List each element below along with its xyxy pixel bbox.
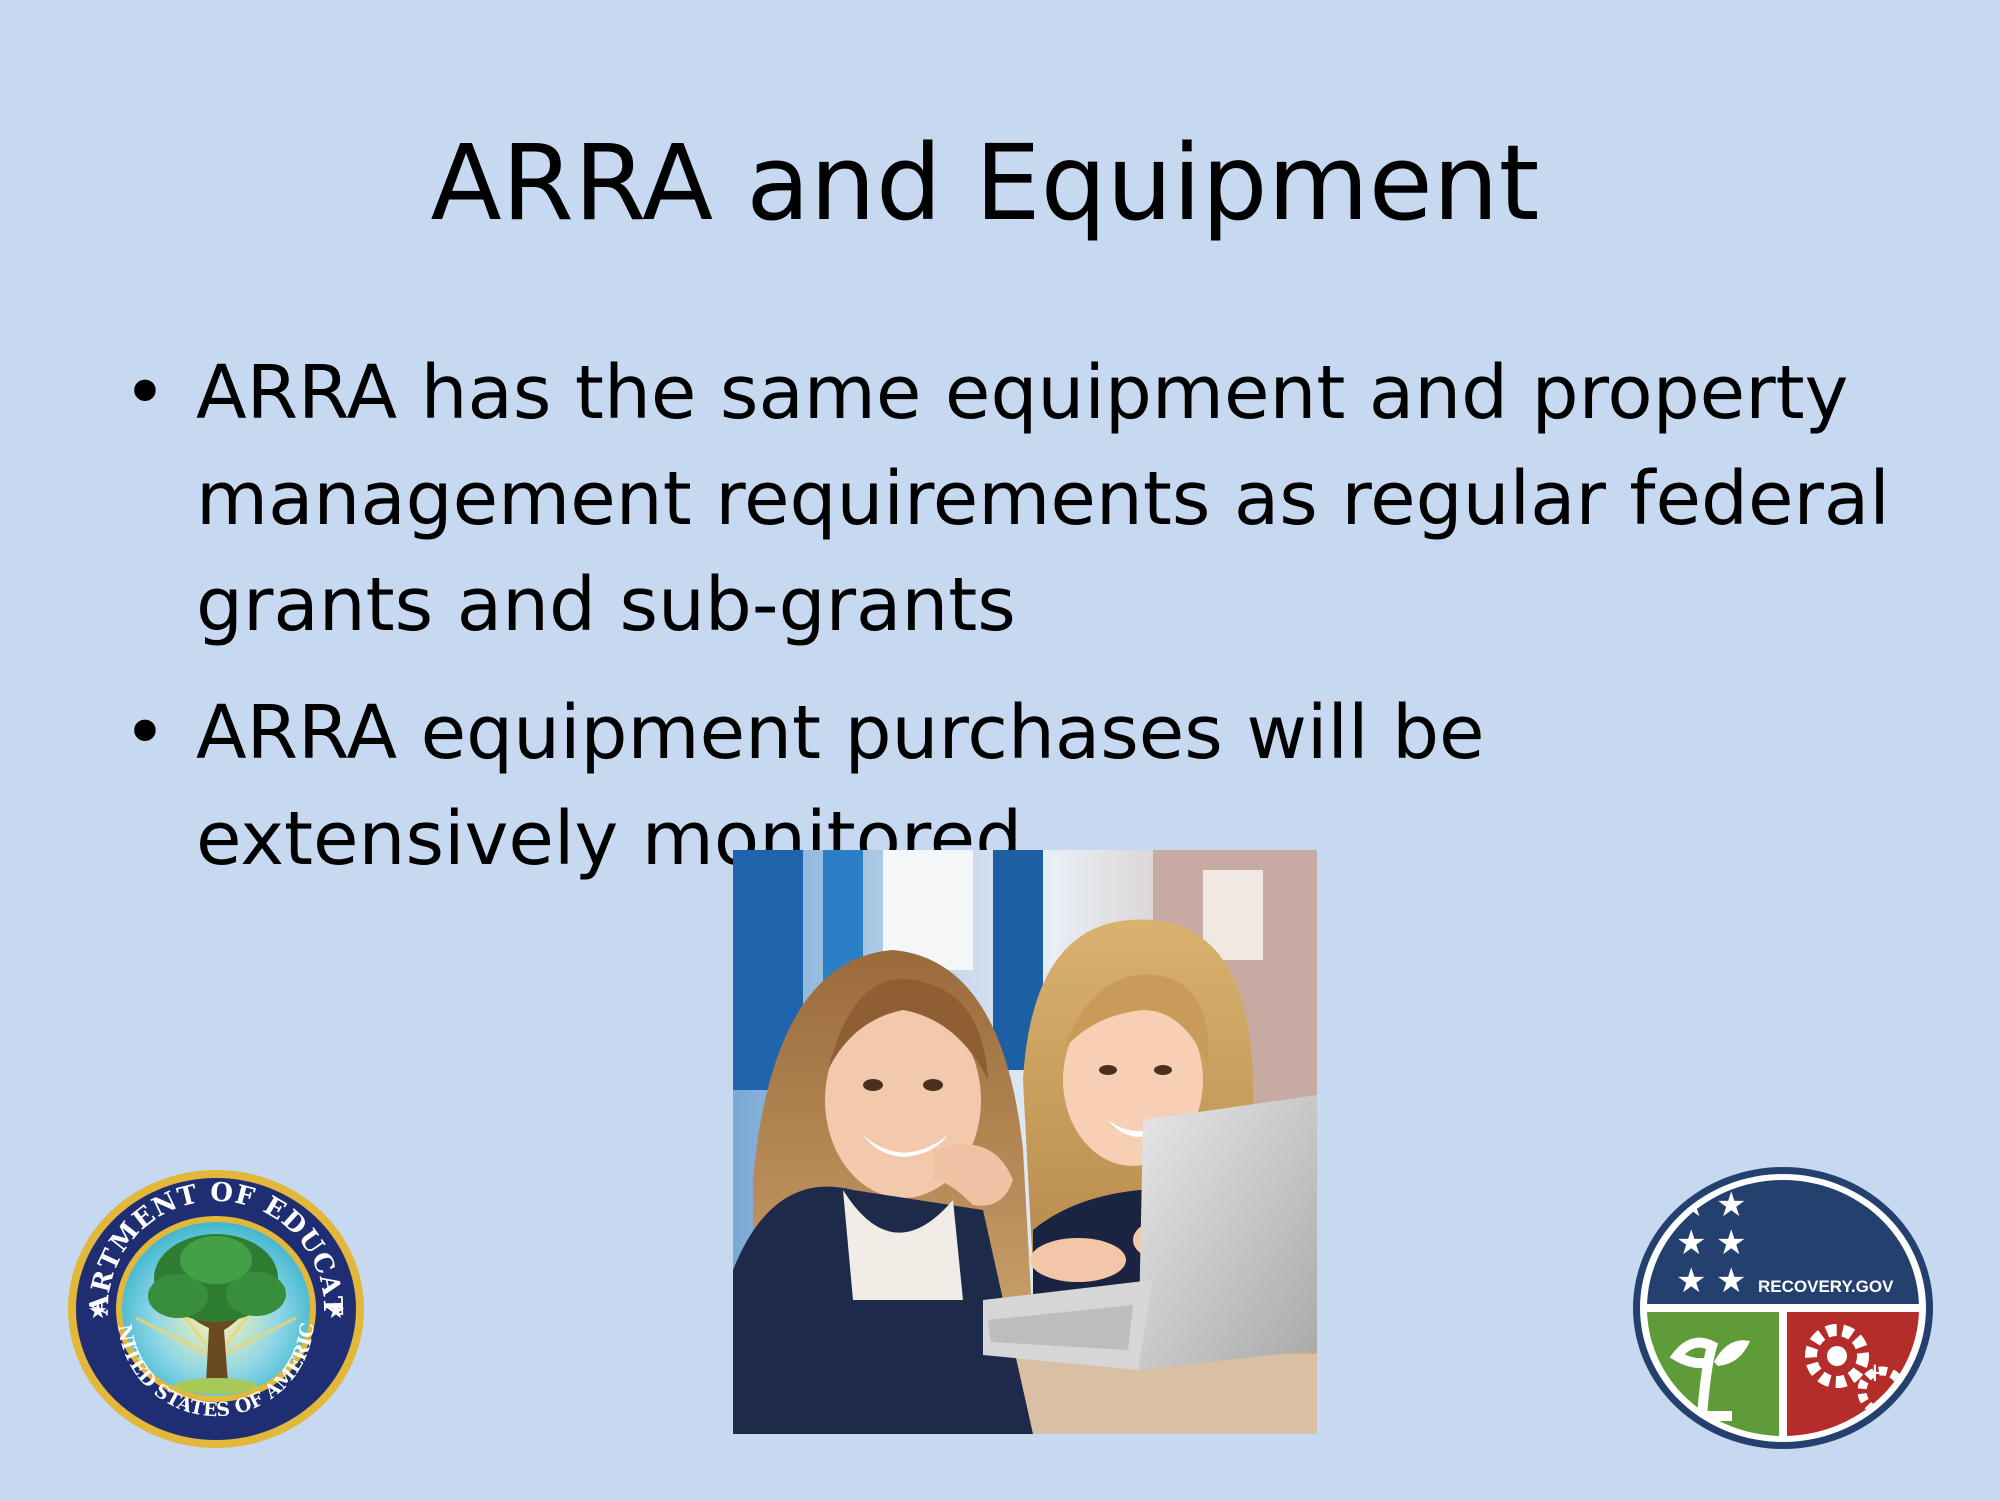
plus-icon: +: [1864, 1358, 1886, 1388]
bullet-list: • ARRA has the same equipment and proper…: [120, 340, 1900, 914]
slide: ARRA and Equipment • ARRA has the same e…: [0, 0, 2000, 1500]
bullet-symbol: •: [123, 350, 167, 436]
star-icon: ★: [326, 1299, 346, 1324]
star-icon: ★: [1716, 1223, 1746, 1263]
bullet-item: • ARRA has the same equipment and proper…: [120, 340, 1900, 658]
bullet-symbol: •: [123, 690, 167, 776]
department-of-education-seal: DEPARTMENT OF EDUCATION UNITED STATES OF…: [54, 1145, 366, 1450]
recovery-text: RECOVERY.GOV: [1758, 1277, 1894, 1296]
star-icon: ★: [1676, 1223, 1706, 1263]
bullet-text: ARRA has the same equipment and property…: [196, 350, 1890, 648]
star-icon: ★: [88, 1299, 108, 1324]
star-icon: ★: [1716, 1261, 1746, 1301]
recovery-gov-seal: ★ ★ ★ ★ ★ ★ RECOVERY.GOV +: [1632, 1166, 1934, 1450]
star-icon: ★: [1676, 1261, 1706, 1301]
students-laptop-photo: [733, 850, 1317, 1434]
slide-title: ARRA and Equipment: [430, 122, 1540, 244]
